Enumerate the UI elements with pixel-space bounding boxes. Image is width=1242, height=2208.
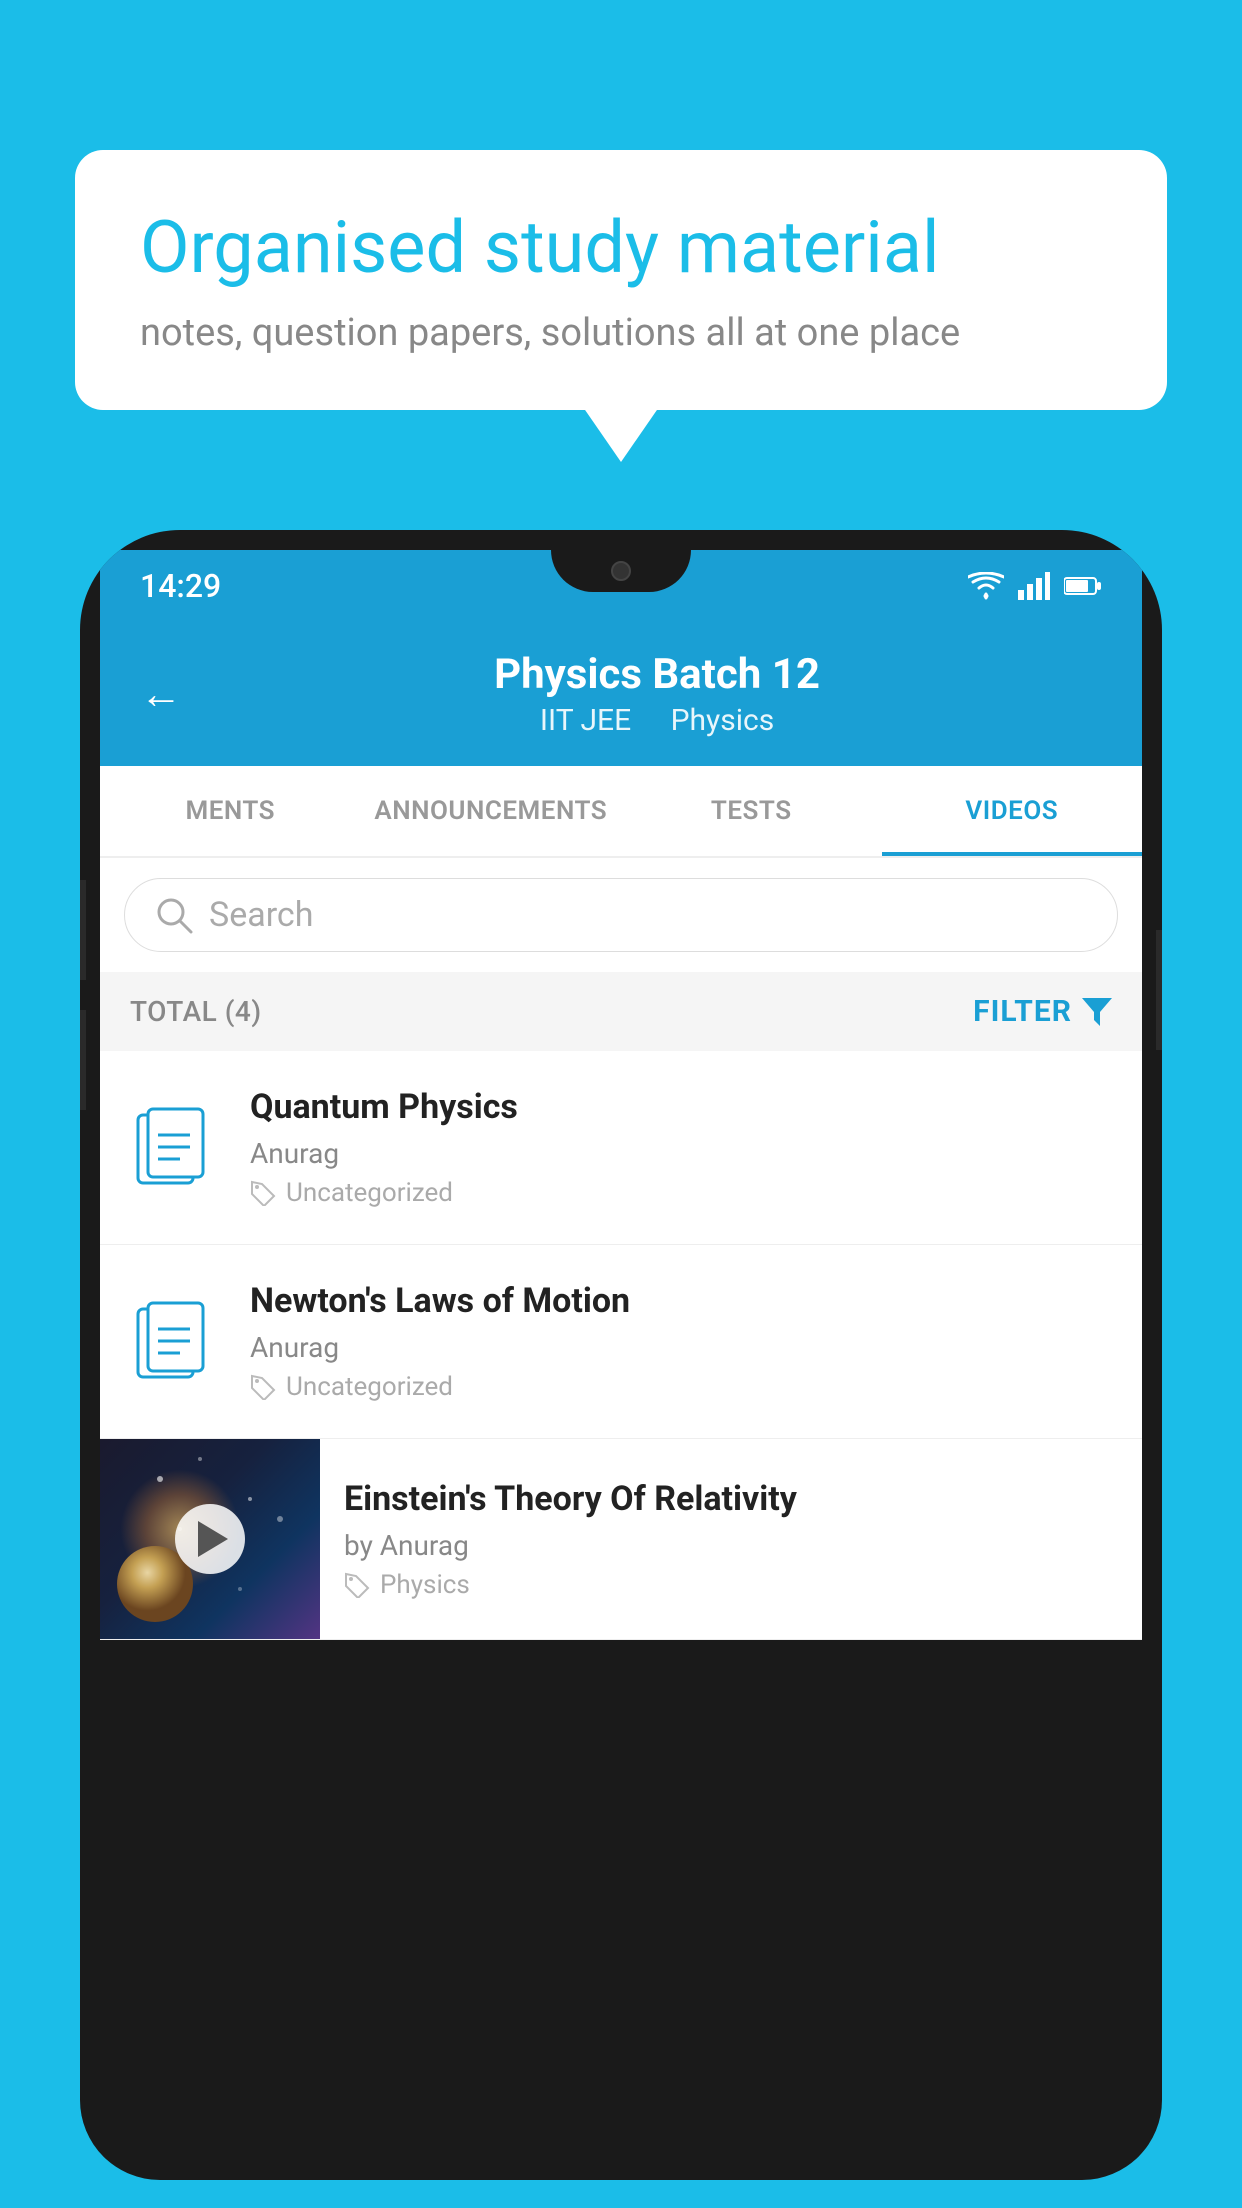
tag-label: Uncategorized [286,1178,453,1208]
volume-up-button[interactable] [80,880,86,980]
item-author: by Anurag [344,1529,1118,1562]
speech-bubble-subtitle: notes, question papers, solutions all at… [140,311,1102,355]
file-icon [130,1297,220,1387]
filter-label: FILTER [973,994,1072,1029]
list-item[interactable]: Quantum Physics Anurag Uncategorized [100,1051,1142,1245]
item-tag: Uncategorized [250,1178,1112,1208]
item-title: Quantum Physics [250,1087,1112,1127]
tag-label: Uncategorized [286,1372,453,1402]
app-header: ← Physics Batch 12 IIT JEE Physics [100,622,1142,766]
wifi-icon [968,572,1004,600]
tag-icon [344,1572,370,1598]
item-title: Newton's Laws of Motion [250,1281,1112,1321]
subtitle-iitjee: IIT JEE [540,703,631,738]
subtitle-physics: Physics [671,703,775,738]
speech-bubble-card: Organised study material notes, question… [75,150,1167,410]
tabs-bar: MENTS ANNOUNCEMENTS TESTS VIDEOS [100,766,1142,858]
tab-videos[interactable]: VIDEOS [882,766,1143,856]
list-item[interactable]: Newton's Laws of Motion Anurag Uncategor… [100,1245,1142,1439]
tag-label: Physics [380,1570,470,1600]
play-button[interactable] [175,1504,245,1574]
tag-icon [250,1180,276,1206]
header-title-block: Physics Batch 12 IIT JEE Physics [212,650,1102,738]
item-info: Newton's Laws of Motion Anurag Uncategor… [250,1281,1112,1402]
search-icon [155,896,193,934]
tab-tests[interactable]: TESTS [621,766,882,856]
search-bar[interactable]: Search [124,878,1118,952]
total-count: TOTAL (4) [130,995,262,1028]
item-title: Einstein's Theory Of Relativity [344,1479,1118,1519]
notch [551,550,691,592]
item-tag: Uncategorized [250,1372,1112,1402]
filter-icon [1082,998,1112,1026]
item-info: Einstein's Theory Of Relativity by Anura… [320,1451,1142,1628]
video-list: Quantum Physics Anurag Uncategorized [100,1051,1142,1640]
search-placeholder: Search [209,895,313,935]
tab-ments[interactable]: MENTS [100,766,361,856]
status-bar: 14:29 [100,550,1142,622]
status-time: 14:29 [140,567,221,605]
file-icon [130,1103,220,1193]
filter-row: TOTAL (4) FILTER [100,972,1142,1051]
item-author: Anurag [250,1137,1112,1170]
item-author: Anurag [250,1331,1112,1364]
speech-bubble-title: Organised study material [140,205,1102,291]
video-thumbnail [100,1439,320,1639]
volume-down-button[interactable] [80,1010,86,1110]
phone-mockup: 14:29 [80,530,1162,2208]
camera [611,561,631,581]
power-button[interactable] [1156,930,1162,1050]
signal-icon [1018,572,1050,600]
play-triangle-icon [198,1521,228,1557]
tab-announcements[interactable]: ANNOUNCEMENTS [361,766,622,856]
back-button[interactable]: ← [140,670,182,719]
filter-button[interactable]: FILTER [973,994,1112,1029]
status-icons [968,572,1102,600]
search-container: Search [100,858,1142,972]
tag-icon [250,1374,276,1400]
item-tag: Physics [344,1570,1118,1600]
batch-subtitle: IIT JEE Physics [212,703,1102,738]
batch-title: Physics Batch 12 [212,650,1102,699]
item-info: Quantum Physics Anurag Uncategorized [250,1087,1112,1208]
battery-icon [1064,576,1102,596]
list-item[interactable]: Einstein's Theory Of Relativity by Anura… [100,1439,1142,1640]
